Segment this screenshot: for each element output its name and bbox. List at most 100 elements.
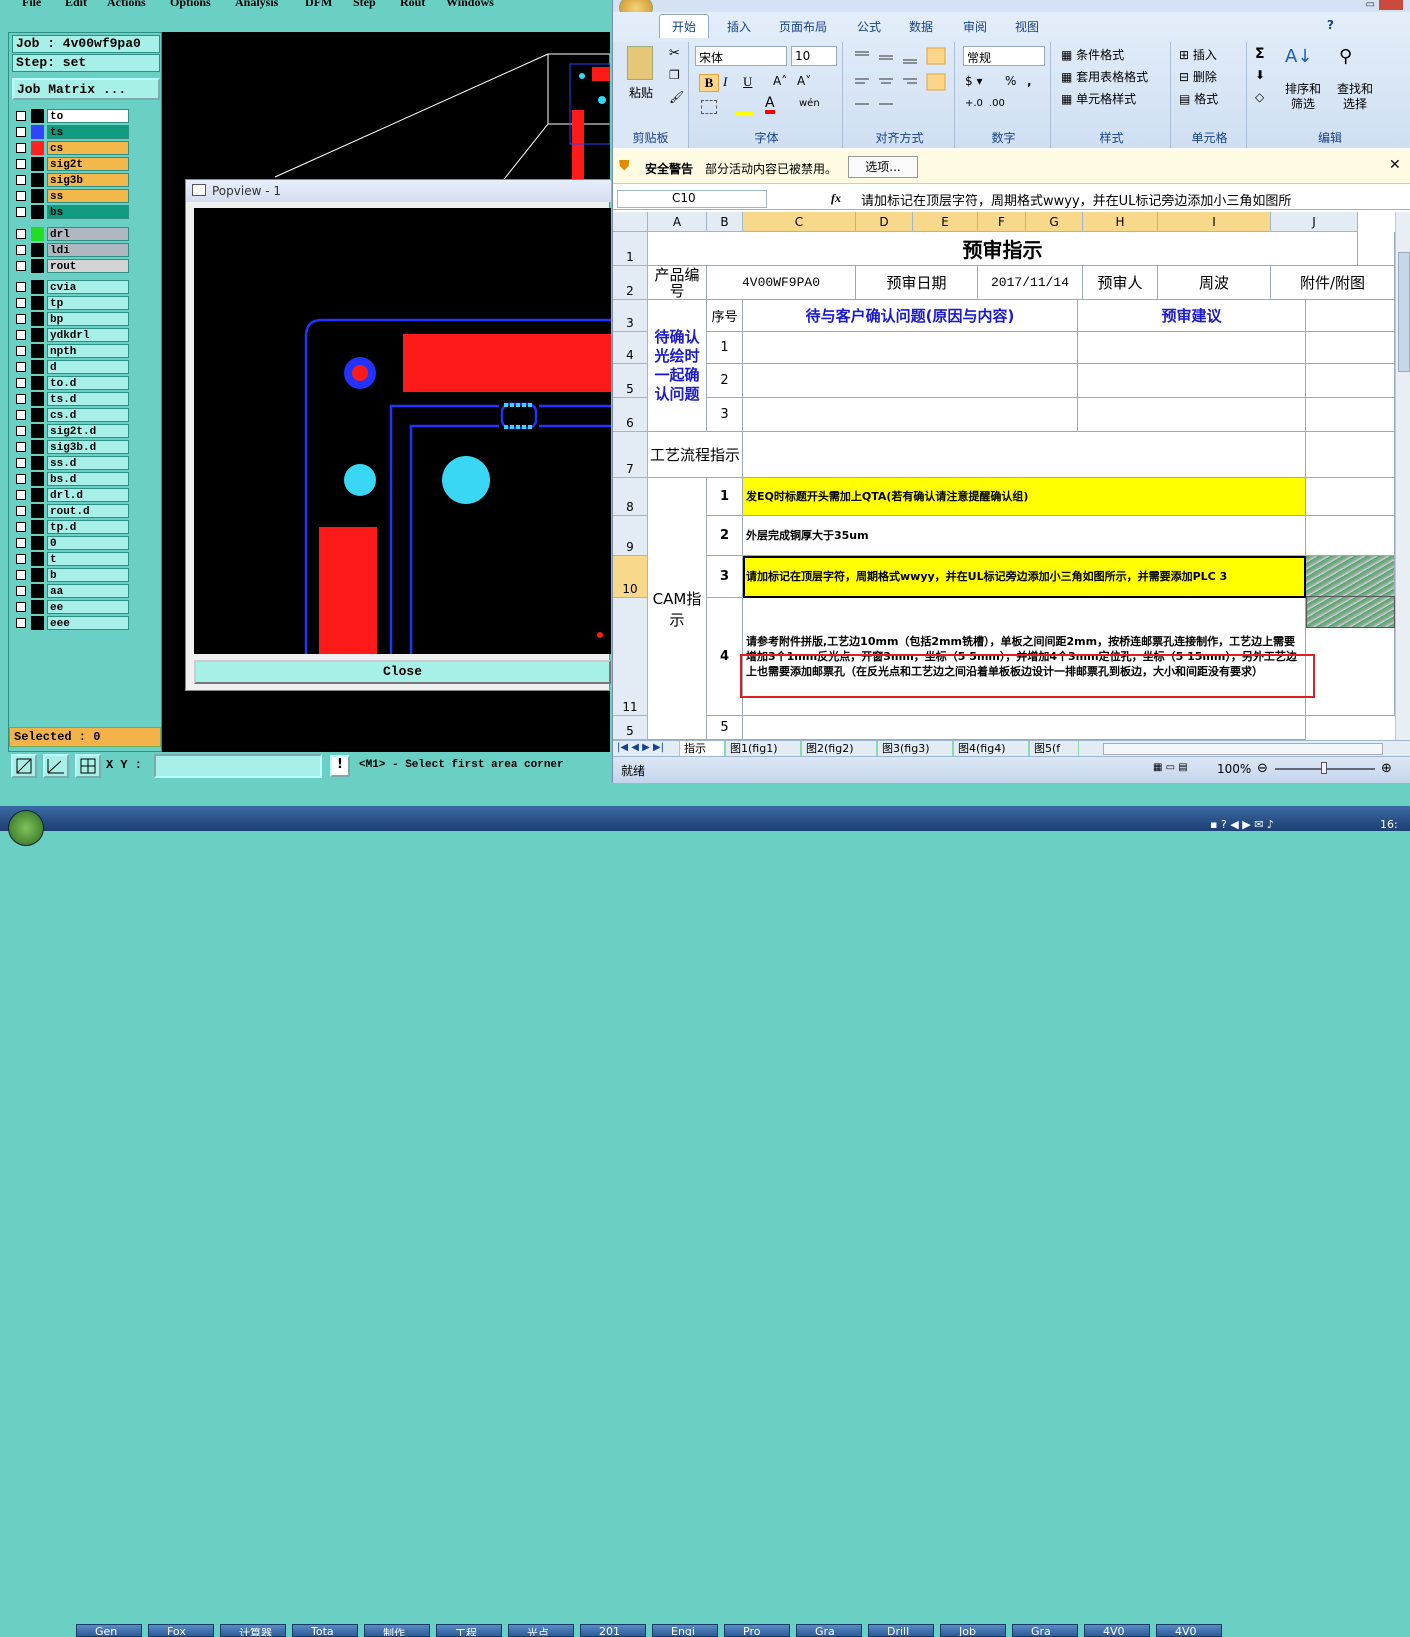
seq-number[interactable]: 2 [707,364,743,398]
layer-checkbox[interactable] [16,490,26,500]
cell[interactable] [1078,398,1306,432]
taskbar-button[interactable]: 制作 [364,1624,430,1637]
sheet-tab[interactable]: 图1(fig1) [725,741,801,757]
cam-label[interactable]: CAM指示 [648,478,707,740]
tab-review[interactable]: 审阅 [963,18,987,35]
layer-checkbox[interactable] [16,538,26,548]
layer-name[interactable]: rout [47,259,129,273]
layer-row[interactable]: ss.d [13,456,133,471]
flow-label[interactable]: 工艺流程指示 [648,432,743,478]
shrink-font-icon[interactable]: A˅ [797,74,811,88]
layer-name[interactable]: tp.d [47,520,129,534]
taskbar-button[interactable]: 光点 [508,1624,574,1637]
layer-checkbox[interactable] [16,378,26,388]
row-header[interactable]: 5 [613,364,648,398]
layer-color-swatch[interactable] [31,552,44,566]
taskbar-button[interactable]: Drill [868,1624,934,1637]
layer-row[interactable]: drl [13,227,133,242]
cut-icon[interactable]: ✂ [669,46,680,61]
phonetic-icon[interactable]: wén [799,98,820,109]
layer-row[interactable]: 0 [13,536,133,551]
layer-color-swatch[interactable] [31,109,44,123]
layer-row[interactable]: eee [13,616,133,631]
copy-icon[interactable]: ❐ [669,68,680,82]
layer-checkbox[interactable] [16,191,26,201]
layer-checkbox[interactable] [16,245,26,255]
layer-checkbox[interactable] [16,330,26,340]
layer-checkbox[interactable] [16,410,26,420]
taskbar-button[interactable]: 4V0 [1156,1624,1222,1637]
vertical-scrollbar[interactable] [1395,212,1410,740]
layer-color-swatch[interactable] [31,243,44,257]
select-all-corner[interactable] [613,212,648,232]
layer-checkbox[interactable] [16,159,26,169]
column-header[interactable]: D [856,212,913,232]
layer-name[interactable]: bp [47,312,129,326]
layer-name[interactable]: aa [47,584,129,598]
layer-name[interactable]: b [47,568,129,582]
layer-name[interactable]: to [47,109,129,123]
fill-color-icon[interactable] [735,100,753,116]
format-cells-button[interactable]: ▤ 格式 [1179,90,1218,107]
layer-checkbox[interactable] [16,426,26,436]
layer-row[interactable]: to [13,109,133,124]
sheet-tab-active[interactable]: 指示 [679,741,725,757]
layer-checkbox[interactable] [16,394,26,404]
layer-name[interactable]: sig2t.d [47,424,129,438]
layer-color-swatch[interactable] [31,440,44,454]
sheet-grid[interactable]: A B C D E F G H I J 1 2 3 4 5 6 7 8 9 10 11 5 预审指示 产品编号 4V00WF9P… [613,212,1395,740]
instruction-cell[interactable]: 请加标记在顶层字符，周期格式wwyy，并在UL标记旁边添加小三角如图所示，并需要… [743,556,1306,598]
layer-name[interactable]: cs [47,141,129,155]
layer-row[interactable]: ts.d [13,392,133,407]
row-header[interactable]: 3 [613,300,648,332]
borders-icon[interactable] [701,100,717,114]
layer-checkbox[interactable] [16,143,26,153]
restore-button[interactable]: ▭ [1366,0,1375,10]
paste-icon[interactable] [627,46,653,80]
reviewer-label[interactable]: 预审人 [1083,266,1158,300]
layer-name[interactable]: t [47,552,129,566]
tab-insert[interactable]: 插入 [727,18,751,35]
column-header[interactable]: C [743,212,856,232]
taskbar-button[interactable]: Job [940,1624,1006,1637]
product-no-label[interactable]: 产品编号 [648,266,707,300]
layer-checkbox[interactable] [16,570,26,580]
layer-row[interactable]: bp [13,312,133,327]
layer-name[interactable]: bs.d [47,472,129,486]
layer-checkbox[interactable] [16,111,26,121]
paste-button[interactable]: 粘贴 [629,84,653,101]
layer-color-swatch[interactable] [31,392,44,406]
layer-color-swatch[interactable] [31,344,44,358]
layer-name[interactable]: sig2t [47,157,129,171]
layer-color-swatch[interactable] [31,456,44,470]
find-select-icon[interactable]: ⚲ [1339,46,1352,67]
clear-icon[interactable]: ◇ [1255,90,1264,104]
layer-color-swatch[interactable] [31,424,44,438]
function-icon[interactable]: fx [831,191,841,206]
zoom-out-icon[interactable]: ⊖ [1257,761,1268,776]
layer-row[interactable]: cvia [13,280,133,295]
layer-row[interactable]: ts [13,125,133,140]
product-no-value[interactable]: 4V00WF9PA0 [707,266,856,300]
sheet-title[interactable]: 预审指示 [648,232,1358,266]
seq-number[interactable]: 1 [707,478,743,516]
layer-checkbox[interactable] [16,127,26,137]
layer-row[interactable]: sig2t [13,157,133,172]
fill-icon[interactable]: ⬇ [1255,68,1265,82]
taskbar-button[interactable]: Gra [796,1624,862,1637]
instruction-cell[interactable]: 请参考附件拼版,工艺边10mm（包括2mm铣槽），单板之间间距2mm，按桥连邮票… [743,598,1306,716]
cell[interactable] [1306,300,1395,332]
cell[interactable] [743,398,1078,432]
layer-row[interactable]: ss [13,189,133,204]
font-name-select[interactable]: 宋体 [695,46,787,66]
layer-name[interactable]: to.d [47,376,129,390]
layer-row[interactable]: ydkdrl [13,328,133,343]
layer-name[interactable]: ee [47,600,129,614]
menu-step[interactable]: Step [353,0,376,10]
layer-color-swatch[interactable] [31,584,44,598]
layer-name[interactable]: ts.d [47,392,129,406]
column-header[interactable]: A [648,212,707,232]
layer-row[interactable]: cs.d [13,408,133,423]
layer-name[interactable]: sig3b.d [47,440,129,454]
alert-icon[interactable]: ! [330,755,350,777]
